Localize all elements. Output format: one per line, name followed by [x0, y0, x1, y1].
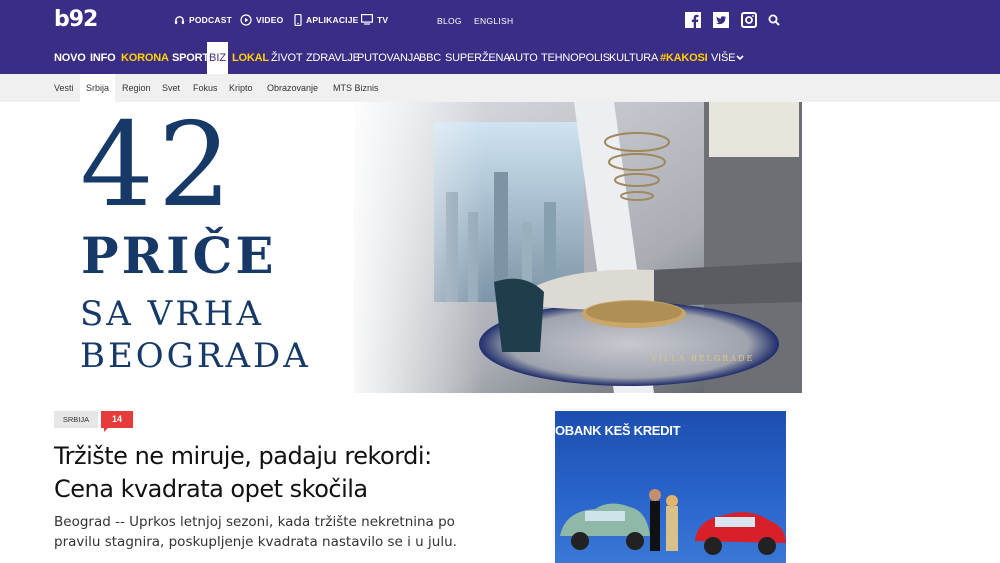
- article-title[interactable]: Tržište ne miruje, padaju rekordi: Cena …: [54, 440, 494, 506]
- comment-count-badge[interactable]: 14: [101, 411, 133, 432]
- banner-headline-title: PRIČE: [81, 226, 277, 285]
- sub-nav: Vesti Srbija Region Svet Fokus Kripto Ob…: [0, 74, 1000, 102]
- ad-banner[interactable]: 42 PRIČE SA VRHA BEOGRADA VILLA BELGRADE: [54, 102, 802, 393]
- side-ad[interactable]: OBANK KEŠ KREDIT: [555, 411, 786, 563]
- blog-link[interactable]: BLOG: [437, 16, 462, 26]
- facebook-icon[interactable]: [685, 12, 701, 28]
- nav-item-vise[interactable]: VIŠE: [711, 52, 735, 64]
- nav-item-bbc[interactable]: BBC: [419, 52, 441, 64]
- nav-item-kultura[interactable]: KULTURA: [609, 52, 658, 64]
- tv-icon: [361, 14, 373, 25]
- nav-item-kakosi[interactable]: #KAKOSI: [660, 52, 708, 64]
- banner-headline-line4: BEOGRADA: [80, 336, 311, 376]
- sub-nav-srbija[interactable]: Srbija: [86, 83, 109, 93]
- tv-label: TV: [377, 14, 389, 25]
- sub-nav-vesti[interactable]: Vesti: [54, 83, 74, 93]
- nav-item-biz-label: BIZ: [209, 52, 227, 64]
- apps-label: APLIKACIJE: [306, 15, 359, 25]
- nav-item-auto[interactable]: AUTO: [508, 52, 538, 64]
- b92-logo[interactable]: b92: [54, 7, 98, 32]
- podcast-link[interactable]: PODCAST: [174, 14, 232, 25]
- chevron-down-icon[interactable]: [736, 55, 744, 61]
- nav-item-info[interactable]: INFO: [90, 52, 116, 64]
- podcast-label: PODCAST: [189, 14, 232, 25]
- side-ad-cars-image: [560, 489, 786, 555]
- banner-headline-line3: SA VRHA: [80, 294, 265, 334]
- video-link[interactable]: VIDEO: [240, 14, 283, 26]
- headphones-icon: [174, 16, 185, 25]
- video-label: VIDEO: [256, 15, 284, 25]
- sub-nav-obrazovanje[interactable]: Obrazovanje: [267, 83, 318, 93]
- main-nav: NOVO INFO KORONA SPORT BIZ LOKAL ŽIVOT Z…: [0, 42, 1000, 74]
- play-icon: [240, 14, 252, 26]
- phone-icon: [294, 14, 302, 26]
- category-badge[interactable]: SRBIJA: [54, 411, 98, 428]
- apps-link[interactable]: APLIKACIJE: [294, 14, 359, 26]
- sub-nav-region[interactable]: Region: [122, 83, 151, 93]
- sub-nav-svet[interactable]: Svet: [162, 83, 180, 93]
- english-link[interactable]: ENGLISH: [474, 16, 513, 26]
- nav-item-korona[interactable]: KORONA: [121, 52, 169, 64]
- nav-item-zivot[interactable]: ŽIVOT: [271, 52, 303, 64]
- nav-item-novo[interactable]: NOVO: [54, 52, 86, 64]
- article-lead: Beograd -- Uprkos letnjoj sezoni, kada t…: [54, 514, 457, 550]
- sub-nav-kripto[interactable]: Kripto: [229, 83, 253, 93]
- nav-item-superzena[interactable]: SUPERŽENA: [445, 52, 511, 64]
- nav-item-lokal[interactable]: LOKAL: [232, 52, 269, 64]
- sub-nav-fokus[interactable]: Fokus: [193, 83, 218, 93]
- nav-item-tehnopolis[interactable]: TEHNOPOLIS: [541, 52, 610, 64]
- nav-item-biz[interactable]: BIZ: [207, 42, 228, 74]
- nav-item-zdravlje[interactable]: ZDRAVLJE: [306, 52, 360, 64]
- search-icon[interactable]: [768, 14, 780, 26]
- banner-headline-number: 42: [80, 102, 236, 233]
- sub-nav-mts-biznis[interactable]: MTS Biznis: [333, 83, 379, 93]
- nav-item-putovanja[interactable]: PUTOVANJA: [357, 52, 420, 64]
- twitter-icon[interactable]: [713, 12, 729, 28]
- top-header: b92 PODCAST VIDEO APLIKACIJE TV BLOG ENG…: [0, 0, 1000, 42]
- tv-link[interactable]: TV: [361, 14, 388, 25]
- banner-brand-logo: VILLA BELGRADE: [651, 354, 755, 363]
- instagram-icon[interactable]: [741, 12, 757, 28]
- nav-item-sport[interactable]: SPORT: [172, 52, 209, 64]
